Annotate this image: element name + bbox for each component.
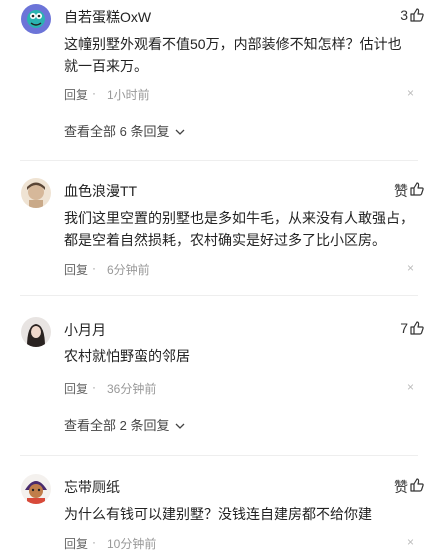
divider: [20, 295, 418, 296]
timestamp: 6分钟前: [107, 263, 150, 277]
avatar[interactable]: [21, 317, 51, 347]
like-count: 3: [400, 7, 408, 23]
divider: [20, 160, 418, 161]
view-all-replies-link[interactable]: 查看全部 6 条回复: [64, 121, 185, 140]
separator-dot: ·: [92, 535, 96, 549]
separator-dot: ·: [92, 380, 96, 394]
view-all-replies-label: 查看全部 2 条回复: [64, 418, 170, 433]
reply-button[interactable]: 回复: [64, 380, 88, 397]
comment-text: 为什么有钱可以建别墅？没钱连自建房都不给你建: [64, 506, 372, 522]
avatar[interactable]: [21, 4, 51, 34]
avatar-image: [21, 474, 51, 504]
reply-button[interactable]: 回复: [64, 86, 88, 103]
like-label[interactable]: 赞: [394, 181, 408, 201]
close-icon[interactable]: ×: [407, 380, 414, 394]
close-icon[interactable]: ×: [407, 535, 414, 549]
avatar[interactable]: [21, 178, 51, 208]
separator-dot: ·: [92, 86, 96, 100]
divider: [20, 455, 418, 456]
thumbs-up-icon[interactable]: [410, 8, 424, 22]
username[interactable]: 忘带厕纸: [64, 477, 120, 497]
avatar-image: [21, 4, 51, 34]
comment-text: 我们这里空置的别墅也是多如牛毛，从来没有人敢强占，都是空着自然损耗，农村确实是好…: [64, 210, 414, 248]
avatar-image: [21, 317, 51, 347]
view-all-replies-label: 查看全部 6 条回复: [64, 124, 170, 139]
username[interactable]: 自若蛋糕OxW: [64, 7, 151, 27]
thumbs-up-icon[interactable]: [410, 182, 424, 196]
username[interactable]: 小月月: [64, 320, 106, 340]
comment-text: 这幢别墅外观看不值50万，内部装修不知怎样？估计也就一百来万。: [64, 36, 402, 74]
like-label[interactable]: 赞: [394, 477, 408, 497]
chevron-down-icon: [175, 423, 185, 429]
timestamp: 1小时前: [107, 88, 150, 102]
username[interactable]: 血色浪漫TT: [64, 181, 137, 201]
like-count: 7: [400, 320, 408, 336]
chevron-down-icon: [175, 129, 185, 135]
separator-dot: ·: [92, 261, 96, 275]
timestamp: 36分钟前: [107, 382, 157, 396]
reply-button[interactable]: 回复: [64, 535, 88, 552]
close-icon[interactable]: ×: [407, 261, 414, 275]
timestamp: 10分钟前: [107, 537, 157, 551]
avatar-image: [21, 178, 51, 208]
close-icon[interactable]: ×: [407, 86, 414, 100]
view-all-replies-link[interactable]: 查看全部 2 条回复: [64, 415, 185, 434]
comment-text: 农村就怕野蛮的邻居: [64, 348, 190, 364]
reply-button[interactable]: 回复: [64, 261, 88, 278]
thumbs-up-icon[interactable]: [410, 478, 424, 492]
thumbs-up-icon[interactable]: [410, 321, 424, 335]
avatar[interactable]: [21, 474, 51, 504]
